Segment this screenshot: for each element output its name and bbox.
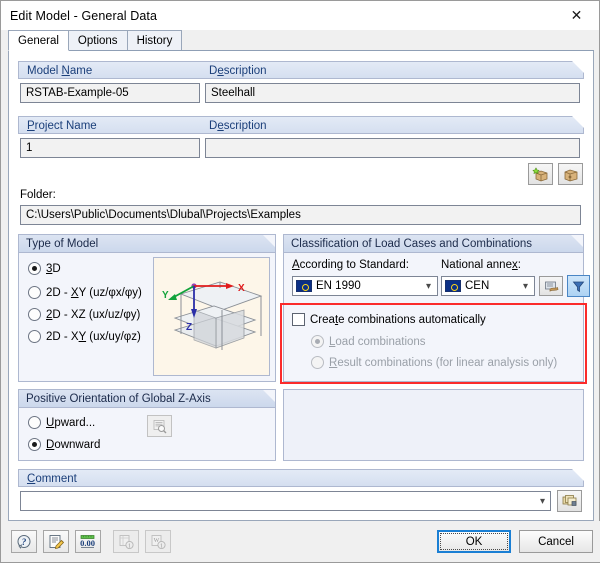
dialog-footer: ? 0.00 1 W 1 OK Cancel bbox=[1, 521, 600, 562]
new-project-icon[interactable] bbox=[528, 163, 553, 185]
project-name-label: Project Name bbox=[27, 120, 97, 132]
svg-text:?: ? bbox=[21, 537, 26, 547]
window-title: Edit Model - General Data bbox=[10, 8, 158, 23]
radio-label: Upward... bbox=[46, 416, 96, 429]
right-empty-panel bbox=[283, 389, 584, 461]
model-name-band: Model Name Description bbox=[18, 61, 584, 79]
standard-combo[interactable]: EN 1990 ▾ bbox=[292, 276, 438, 296]
create-combinations-checkbox[interactable]: Create combinations automatically bbox=[292, 313, 486, 326]
annex-combo[interactable]: CEN ▾ bbox=[441, 276, 535, 296]
tab-options[interactable]: Options bbox=[67, 30, 128, 50]
document-zoom-icon bbox=[147, 415, 172, 437]
annex-settings-icon[interactable] bbox=[539, 276, 563, 296]
comment-band: Comment bbox=[18, 469, 584, 487]
classification-group: Classification of Load Cases and Combina… bbox=[283, 234, 590, 382]
type-of-model-title: Type of Model bbox=[19, 235, 275, 253]
units-icon[interactable]: 0.00 bbox=[75, 530, 101, 553]
radio-indicator bbox=[28, 416, 41, 429]
radio-indicator bbox=[28, 438, 41, 451]
project-description-input[interactable] bbox=[205, 138, 580, 158]
help-icon[interactable]: ? bbox=[11, 530, 37, 553]
radio-label: 3D bbox=[46, 262, 61, 275]
notes-edit-icon[interactable] bbox=[43, 530, 69, 553]
radio-indicator bbox=[28, 330, 41, 343]
radio-model-2d-xy-uz[interactable]: 2D - XY (uz/φx/φy) bbox=[28, 286, 142, 299]
edit-model-dialog: Edit Model - General Data ✕ General Opti… bbox=[0, 0, 600, 563]
chevron-down-icon: ▾ bbox=[425, 280, 431, 292]
export-word-icon: W 1 bbox=[145, 530, 171, 553]
open-project-icon[interactable] bbox=[558, 163, 583, 185]
standard-label: According to Standard: bbox=[292, 259, 409, 271]
filter-icon[interactable] bbox=[567, 275, 590, 297]
radio-indicator bbox=[28, 286, 41, 299]
radio-model-2d-xz[interactable]: 2D - XZ (ux/uz/φy) bbox=[28, 308, 140, 321]
ok-button[interactable]: OK bbox=[437, 530, 511, 553]
classification-title: Classification of Load Cases and Combina… bbox=[284, 235, 583, 253]
radio-label: 2D - XY (uz/φx/φy) bbox=[46, 286, 142, 299]
model-description-label: Description bbox=[209, 65, 267, 77]
folder-path-input[interactable]: C:\Users\Public\Documents\Dlubal\Project… bbox=[20, 205, 581, 225]
cancel-button[interactable]: Cancel bbox=[519, 530, 593, 553]
radio-label: Downward bbox=[46, 438, 101, 451]
z-axis-group: Positive Orientation of Global Z-Axis Up… bbox=[18, 389, 276, 461]
comment-input[interactable]: ▾ bbox=[20, 491, 551, 511]
export-excel-icon: 1 bbox=[113, 530, 139, 553]
radio-indicator bbox=[28, 308, 41, 321]
title-bar: Edit Model - General Data ✕ bbox=[1, 1, 599, 30]
radio-label: 2D - XY (ux/uy/φz) bbox=[46, 330, 141, 343]
svg-text:Y: Y bbox=[162, 290, 169, 301]
svg-text:X: X bbox=[238, 283, 245, 294]
chevron-down-icon: ▾ bbox=[522, 280, 528, 292]
model-description-input[interactable]: Steelhall bbox=[205, 83, 580, 103]
project-name-input[interactable]: 1 bbox=[20, 138, 200, 158]
radio-indicator bbox=[311, 356, 324, 369]
radio-label: 2D - XZ (ux/uz/φy) bbox=[46, 308, 141, 321]
svg-text:1: 1 bbox=[160, 543, 163, 549]
radio-model-3d[interactable]: 3D bbox=[28, 262, 61, 275]
radio-indicator bbox=[311, 335, 324, 348]
radio-indicator bbox=[28, 262, 41, 275]
radio-result-combinations[interactable]: Result combinations (for linear analysis… bbox=[311, 356, 557, 369]
eu-flag-icon bbox=[445, 280, 461, 292]
radio-z-downward[interactable]: Downward bbox=[28, 438, 100, 451]
z-axis-title: Positive Orientation of Global Z-Axis bbox=[19, 390, 275, 408]
project-name-band: Project Name Description bbox=[18, 116, 584, 134]
tab-history[interactable]: History bbox=[126, 30, 183, 50]
close-icon[interactable]: ✕ bbox=[554, 1, 599, 30]
type-of-model-group: Type of Model 3D 2D - XY (uz/φx/φy) 2D -… bbox=[18, 234, 276, 382]
dialog-body: Model Name Description RSTAB-Example-05 … bbox=[8, 51, 594, 521]
annex-value: CEN bbox=[465, 280, 490, 292]
folder-label: Folder: bbox=[20, 189, 56, 201]
eu-flag-icon bbox=[296, 280, 312, 292]
svg-text:1: 1 bbox=[128, 543, 131, 549]
radio-z-upward[interactable]: Upward... bbox=[28, 416, 95, 429]
comment-label: Comment bbox=[27, 473, 77, 485]
standard-value: EN 1990 bbox=[316, 280, 361, 292]
model-name-label: Model Name bbox=[27, 65, 93, 77]
checkbox-indicator bbox=[292, 313, 305, 326]
annex-label: National annex: bbox=[441, 259, 521, 271]
model-name-input[interactable]: RSTAB-Example-05 bbox=[20, 83, 200, 103]
svg-text:0.00: 0.00 bbox=[80, 538, 95, 548]
svg-text:Z: Z bbox=[186, 322, 192, 333]
checkbox-label: Create combinations automatically bbox=[310, 313, 486, 326]
comment-library-icon[interactable] bbox=[557, 490, 582, 512]
chevron-down-icon[interactable]: ▾ bbox=[540, 496, 545, 507]
radio-label: Load combinations bbox=[329, 335, 426, 348]
project-description-label: Description bbox=[209, 120, 267, 132]
radio-load-combinations[interactable]: Load combinations bbox=[311, 335, 426, 348]
tab-strip: General Options History bbox=[8, 30, 594, 51]
model-preview: X Y Z bbox=[153, 257, 270, 376]
radio-model-2d-xy-ux[interactable]: 2D - XY (ux/uy/φz) bbox=[28, 330, 141, 343]
tab-general[interactable]: General bbox=[8, 30, 69, 51]
radio-label: Result combinations (for linear analysis… bbox=[329, 356, 558, 369]
